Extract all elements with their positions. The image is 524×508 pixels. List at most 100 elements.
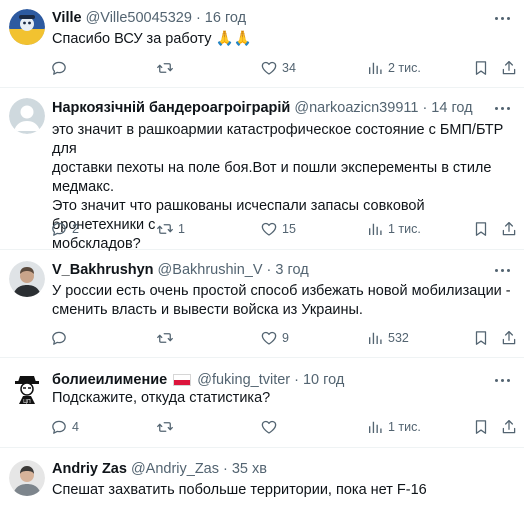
- more-icon[interactable]: [492, 10, 512, 26]
- share-icon: [500, 329, 518, 347]
- share-button[interactable]: [500, 328, 518, 348]
- share-button[interactable]: [500, 58, 518, 78]
- like-button[interactable]: 9: [260, 328, 289, 348]
- separator-dot: ·: [266, 262, 272, 278]
- reply-icon: [50, 418, 68, 436]
- text-line: это значит в рашкоармии катастрофическое…: [52, 122, 504, 157]
- avatar[interactable]: [9, 261, 45, 297]
- separator-dot: ·: [422, 100, 428, 116]
- retweet-button[interactable]: [156, 328, 178, 348]
- display-name[interactable]: Наркоязічній бандероагроіграрій: [52, 100, 290, 116]
- tweet[interactable]: Наркоязічній бандероагроіграрій @narkoaz…: [0, 88, 524, 252]
- timestamp[interactable]: 16 год: [205, 10, 246, 26]
- like-icon: [260, 220, 278, 238]
- tweet-actions: 9 532: [48, 328, 518, 348]
- reply-button[interactable]: [50, 328, 72, 348]
- like-button[interactable]: 34: [260, 58, 296, 78]
- bookmark-icon: [472, 59, 490, 77]
- views-button[interactable]: 2 тис.: [366, 58, 421, 78]
- like-icon: [260, 329, 278, 347]
- like-button[interactable]: 15: [260, 219, 296, 239]
- retweet-icon: [156, 418, 174, 436]
- display-name[interactable]: болиеилимение: [52, 372, 167, 388]
- more-icon[interactable]: [492, 100, 512, 116]
- bookmark-button[interactable]: [472, 328, 490, 348]
- user-handle[interactable]: @fuking_tviter: [197, 372, 290, 388]
- bookmark-icon: [472, 329, 490, 347]
- retweet-icon: [156, 220, 174, 238]
- like-count: 9: [282, 331, 289, 345]
- user-handle[interactable]: @Andriy_Zas: [131, 461, 219, 477]
- avatar[interactable]: [9, 460, 45, 496]
- bookmark-icon: [472, 220, 490, 238]
- timestamp[interactable]: 14 год: [431, 100, 472, 116]
- views-icon: [366, 329, 384, 347]
- views-button[interactable]: 532: [366, 328, 409, 348]
- bookmark-button[interactable]: [472, 417, 490, 437]
- timestamp[interactable]: 35 хв: [232, 461, 267, 477]
- tweet-header: Andriy Zas @Andriy_Zas · 35 хв: [52, 459, 267, 479]
- like-count: 15: [282, 222, 296, 236]
- like-icon: [260, 418, 278, 436]
- share-button[interactable]: [500, 219, 518, 239]
- more-icon[interactable]: [492, 372, 512, 388]
- text-line: доставки пехоты на поле боя.Вот и пошли …: [52, 160, 492, 176]
- share-icon: [500, 59, 518, 77]
- tweet[interactable]: Ville @Ville50045329 · 16 год Спасибо ВС…: [0, 0, 524, 88]
- views-count: 532: [388, 331, 409, 345]
- reply-icon: [50, 329, 68, 347]
- user-handle[interactable]: @narkoazicn39911: [294, 100, 418, 116]
- display-name[interactable]: Ville: [52, 10, 82, 26]
- avatar[interactable]: [9, 9, 45, 45]
- retweet-button[interactable]: [156, 417, 178, 437]
- reply-button[interactable]: 4: [50, 417, 79, 437]
- bookmark-button[interactable]: [472, 219, 490, 239]
- reply-button[interactable]: 2: [50, 219, 79, 239]
- views-icon: [366, 59, 384, 77]
- share-icon: [500, 418, 518, 436]
- views-count: 1 тис.: [388, 222, 421, 236]
- display-name[interactable]: V_Bakhrushyn: [52, 262, 154, 278]
- tweet-header: Наркоязічній бандероагроіграрій @narkoaz…: [52, 98, 473, 118]
- tweet-text: Спешат захватить побольше территории, по…: [52, 482, 427, 498]
- retweet-button[interactable]: [156, 58, 178, 78]
- separator-dot: ·: [195, 10, 201, 26]
- tweet-header: болиеилимение @fuking_tviter · 10 год: [52, 370, 344, 390]
- views-button[interactable]: 1 тис.: [366, 219, 421, 239]
- user-handle[interactable]: @Bakhrushin_V: [158, 262, 263, 278]
- tweet[interactable]: Andriy Zas @Andriy_Zas · 35 хв Спешат за…: [0, 448, 524, 508]
- retweet-button[interactable]: 1: [156, 219, 185, 239]
- reply-icon: [50, 59, 68, 77]
- more-icon[interactable]: [492, 262, 512, 278]
- avatar[interactable]: ЦП: [9, 370, 45, 406]
- bookmark-button[interactable]: [472, 58, 490, 78]
- retweet-icon: [156, 329, 174, 347]
- share-button[interactable]: [500, 417, 518, 437]
- tweet-text: У россии есть очень простой способ избеж…: [52, 282, 512, 320]
- user-handle[interactable]: @Ville50045329: [86, 10, 192, 26]
- avatar[interactable]: [9, 98, 45, 134]
- like-button[interactable]: [260, 417, 282, 437]
- tweet[interactable]: V_Bakhrushyn @Bakhrushin_V · 3 год У рос…: [0, 250, 524, 358]
- views-count: 1 тис.: [388, 420, 421, 434]
- retweet-count: 1: [178, 222, 185, 236]
- svg-text:ЦП: ЦП: [23, 399, 31, 405]
- timestamp[interactable]: 10 год: [303, 372, 344, 388]
- share-icon: [500, 220, 518, 238]
- views-icon: [366, 220, 384, 238]
- text-line: У россии есть очень простой способ избеж…: [52, 283, 511, 299]
- views-button[interactable]: 1 тис.: [366, 417, 421, 437]
- like-icon: [260, 59, 278, 77]
- timestamp[interactable]: 3 год: [275, 262, 308, 278]
- tweet[interactable]: ЦП болиеилимение @fuking_tviter · 10 год…: [0, 358, 524, 448]
- reply-icon: [50, 220, 68, 238]
- like-count: 34: [282, 61, 296, 75]
- reply-button[interactable]: [50, 58, 72, 78]
- separator-dot: ·: [223, 461, 228, 477]
- tweet-actions: 34 2 тис.: [48, 58, 518, 78]
- text-line: сменить власть и вывести войска из Украи…: [52, 302, 363, 318]
- views-count: 2 тис.: [388, 61, 421, 75]
- display-name[interactable]: Andriy Zas: [52, 461, 127, 477]
- reply-count: 2: [72, 222, 79, 236]
- tweet-header: V_Bakhrushyn @Bakhrushin_V · 3 год: [52, 260, 309, 280]
